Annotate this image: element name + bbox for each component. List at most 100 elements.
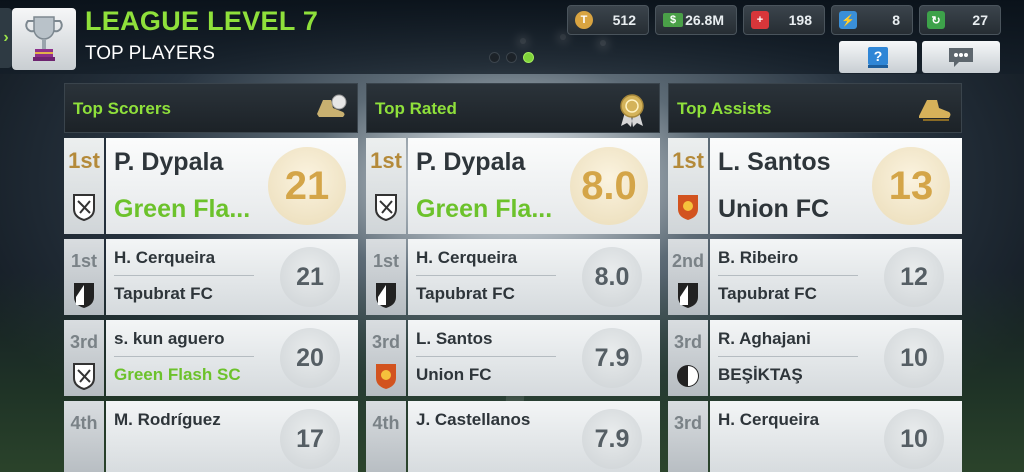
leaderboard-row[interactable]: 3rd L. Santos Union FC 7.9 <box>366 320 660 396</box>
column-header: Top Rated <box>366 83 660 133</box>
medal-icon <box>620 94 644 127</box>
player-name: L. Santos <box>416 329 493 348</box>
rank-label: 3rd <box>673 413 702 433</box>
divider <box>416 356 556 357</box>
rank-label: 2nd <box>671 251 704 271</box>
top-assists-panel: Top Assists 1st L. Santos Union FC 13 2n… <box>668 83 962 472</box>
leaderboard-row[interactable]: 3rd H. Cerqueira 10 <box>668 401 962 472</box>
player-name: M. Rodríguez <box>114 410 221 429</box>
club-name: Tapubrat FC <box>114 284 213 303</box>
player-name: H. Cerqueira <box>718 410 820 429</box>
rank-label: 4th <box>372 413 400 433</box>
rank-label: 3rd <box>371 332 400 352</box>
stat-value: 8.0 <box>570 147 648 225</box>
union-crest-icon <box>678 195 698 220</box>
club-name: Green Fla... <box>416 195 553 223</box>
rank-label: 1st <box>70 251 97 271</box>
money-icon: $ <box>663 13 683 27</box>
stat-value: 13 <box>872 147 950 225</box>
energy-icon: ⚡ <box>839 11 857 29</box>
help-button[interactable]: ? <box>839 41 917 73</box>
side-menu-tab[interactable]: › <box>0 8 12 68</box>
leaderboard-row[interactable]: 4th J. Castellanos 7.9 <box>366 401 660 472</box>
training-icon: ↻ <box>927 11 945 29</box>
token-counter[interactable]: T 512 <box>567 5 649 35</box>
training-counter[interactable]: ↻ 27 <box>919 5 1001 35</box>
chat-button[interactable] <box>922 41 1000 73</box>
stat-value: 17 <box>280 409 340 469</box>
player-name: H. Cerqueira <box>114 248 216 267</box>
page-title: LEAGUE LEVEL 7 <box>85 6 319 36</box>
column-header: Top Scorers <box>64 83 358 133</box>
golden-boot-icon <box>919 100 951 121</box>
stat-value: 21 <box>268 147 346 225</box>
club-name: Green Fla... <box>114 195 251 223</box>
page-dot[interactable] <box>506 52 517 63</box>
rank-label: 3rd <box>69 332 98 352</box>
top-bar: › LEAGUE LEVEL 7 TOP PLAYERS T 512 $ 26.… <box>0 0 1024 74</box>
leaderboard-row[interactable]: 1st H. Cerqueira Tapubrat FC 8.0 <box>366 239 660 315</box>
leaderboard-row[interactable]: 3rd R. Aghajani BEŞİKTAŞ 10 <box>668 320 962 396</box>
leaderboard-row[interactable]: 1st P. Dypala Green Fla... 8.0 <box>366 138 660 234</box>
club-name: Union FC <box>416 365 492 384</box>
stat-value: 20 <box>280 328 340 388</box>
rank-label: 3rd <box>673 332 702 352</box>
stat-value: 7.9 <box>582 328 642 388</box>
player-name: H. Cerqueira <box>416 248 518 267</box>
page-dot[interactable] <box>489 52 500 63</box>
stat-value: 7.9 <box>582 409 642 469</box>
stat-value: 10 <box>884 409 944 469</box>
stat-value: 8.0 <box>582 247 642 307</box>
svg-text:?: ? <box>874 48 883 64</box>
league-trophy-badge <box>12 8 76 70</box>
column-header: Top Assists <box>668 83 962 133</box>
golden-boot-icon <box>317 94 347 117</box>
rank-label: 1st <box>372 251 399 271</box>
leaderboard-row[interactable]: 2nd B. Ribeiro Tapubrat FC 12 <box>668 239 962 315</box>
rank-label: 1st <box>672 148 704 173</box>
money-counter[interactable]: $ 26.8M <box>655 5 737 35</box>
club-name: Green Flash SC <box>114 365 241 384</box>
medical-icon: + <box>751 11 769 29</box>
page-indicator <box>489 52 534 63</box>
green-flash-crest-icon <box>73 363 95 390</box>
stat-value: 12 <box>884 247 944 307</box>
green-flash-crest-icon <box>375 194 397 221</box>
column-title: Top Assists <box>677 99 772 118</box>
rank-label: 1st <box>68 148 100 173</box>
player-name: J. Castellanos <box>416 410 531 429</box>
tapubrat-crest-icon <box>376 283 396 308</box>
divider <box>114 275 254 276</box>
medical-counter[interactable]: + 198 <box>743 5 825 35</box>
top-scorers-panel: Top Scorers 1st P. Dypala Green Fla... 2… <box>64 83 358 472</box>
leaderboard-row[interactable]: 4th M. Rodríguez 17 <box>64 401 358 472</box>
energy-counter[interactable]: ⚡ 8 <box>831 5 913 35</box>
tapubrat-crest-icon <box>678 283 698 308</box>
club-name: Tapubrat FC <box>416 284 515 303</box>
player-name: L. Santos <box>718 148 831 176</box>
club-name: Tapubrat FC <box>718 284 817 303</box>
divider <box>718 356 858 357</box>
page-dot-active[interactable] <box>523 52 534 63</box>
stat-value: 10 <box>884 328 944 388</box>
leaderboard-row[interactable]: 1st P. Dypala Green Fla... 21 <box>64 138 358 234</box>
player-name: P. Dypala <box>416 148 526 176</box>
leaderboard-row[interactable]: 1st H. Cerqueira Tapubrat FC 21 <box>64 239 358 315</box>
green-flash-crest-icon <box>73 194 95 221</box>
divider <box>114 356 254 357</box>
player-name: B. Ribeiro <box>718 248 799 267</box>
tapubrat-crest-icon <box>74 283 94 308</box>
chat-icon <box>949 48 973 67</box>
player-name: P. Dypala <box>114 148 224 176</box>
player-name: s. kun aguero <box>114 329 225 348</box>
besiktas-crest-icon <box>677 365 699 387</box>
column-title: Top Scorers <box>73 99 171 118</box>
divider <box>718 275 858 276</box>
trophy-icon <box>25 16 63 61</box>
rank-label: 1st <box>370 148 402 173</box>
help-icon: ? <box>868 47 888 68</box>
leaderboard-row[interactable]: 3rd s. kun aguero Green Flash SC 20 <box>64 320 358 396</box>
union-crest-icon <box>376 364 396 389</box>
leaderboard-row[interactable]: 1st L. Santos Union FC 13 <box>668 138 962 234</box>
stat-value: 21 <box>280 247 340 307</box>
